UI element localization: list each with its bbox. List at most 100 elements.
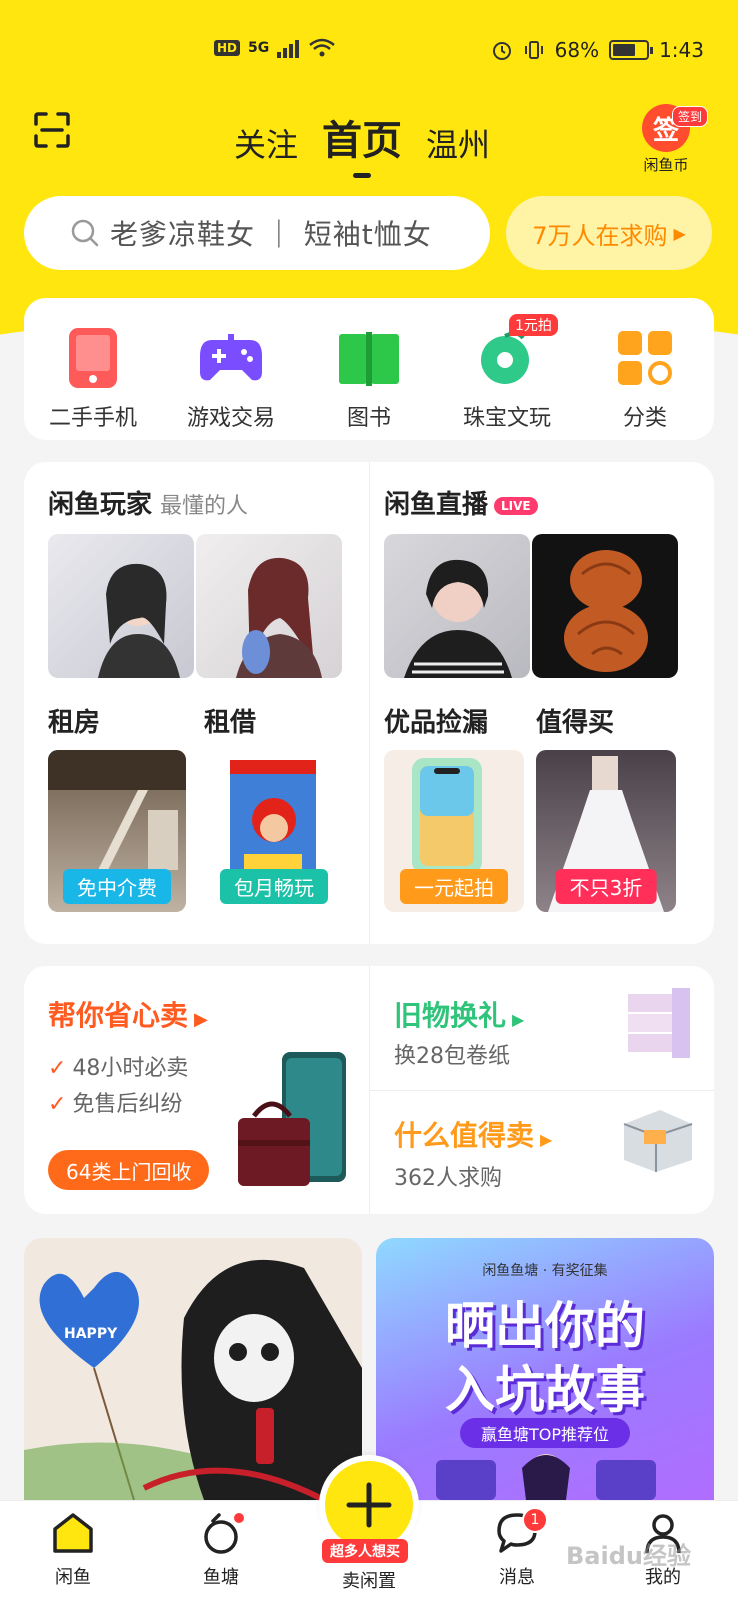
divider bbox=[369, 462, 370, 944]
nav-pond-label: 鱼塘 bbox=[203, 1567, 239, 1588]
banner-tag: 赢鱼塘TOP推荐位 bbox=[460, 1418, 630, 1448]
features-card: 闲鱼玩家 最懂的人 闲鱼直播 LIVE 租房 免中介费 租借 包月畅玩 优品捡漏 一… bbox=[24, 462, 714, 944]
services-card: 帮你省心卖 ▶ ✓ 48小时必卖 ✓ 免售后纠纷 64类上门回收 旧物换礼 ▶ 换28包… bbox=[24, 966, 714, 1214]
deals-title[interactable]: 优品捡漏 bbox=[384, 702, 488, 739]
deals-photo[interactable]: 一元起拍 bbox=[384, 750, 524, 912]
category-label: 二手手机 bbox=[48, 406, 137, 431]
category-label: 珠宝文玩 bbox=[462, 406, 551, 431]
nav-messages[interactable]: 1 消息 bbox=[472, 1507, 562, 1589]
category-all[interactable]: 分类 bbox=[585, 324, 705, 440]
rent-title[interactable]: 租房 bbox=[48, 702, 100, 739]
borrow-photo[interactable]: 包月畅玩 bbox=[204, 750, 344, 912]
tissue-image bbox=[628, 988, 690, 1058]
players-subtitle: 最懂的人 bbox=[160, 494, 249, 519]
triangle-right-icon: ▶ bbox=[512, 1010, 525, 1029]
live-photo-1[interactable] bbox=[384, 534, 530, 678]
feed-item-2[interactable]: 闲鱼鱼塘 · 有奖征集 晒出你的 入坑故事 赢鱼塘TOP推荐位 bbox=[376, 1238, 714, 1500]
banner-top: 闲鱼鱼塘 · 有奖征集 bbox=[482, 1263, 608, 1279]
hd-indicator: HD bbox=[214, 40, 241, 56]
grid-icon bbox=[611, 324, 679, 392]
status-bar: HD 5G 68% 1:43 bbox=[0, 38, 738, 68]
banner-line-1: 晒出你的 bbox=[445, 1297, 645, 1355]
borrow-title[interactable]: 租借 bbox=[204, 702, 256, 739]
nav-messages-label: 消息 bbox=[499, 1567, 535, 1588]
playpen-image bbox=[623, 1110, 693, 1172]
worth-sell-label: 什么值得卖 bbox=[394, 1119, 535, 1152]
triangle-right-icon: ▶ bbox=[540, 1130, 553, 1149]
nav-home-label: 闲鱼 bbox=[55, 1567, 91, 1588]
sell-point-text: 48小时必卖 bbox=[72, 1056, 189, 1081]
vibrate-icon bbox=[524, 41, 543, 59]
search-bar[interactable]: 老爹凉鞋女 ｜ 短袖t恤女 bbox=[24, 196, 490, 270]
sign-in-badge: 签到 bbox=[671, 106, 708, 127]
want-to-buy-button[interactable]: 7万人在求购 ▶ bbox=[506, 196, 712, 270]
messages-badge: 1 bbox=[522, 1507, 548, 1533]
home-icon bbox=[53, 1513, 93, 1553]
check-icon: ✓ bbox=[48, 1092, 67, 1117]
tab-city[interactable]: 温州 bbox=[414, 120, 502, 166]
exchange-label: 旧物换礼 bbox=[394, 999, 507, 1032]
live-section[interactable]: 闲鱼直播 LIVE bbox=[384, 484, 538, 521]
live-photo-2[interactable] bbox=[532, 534, 678, 678]
tab-home[interactable]: 首页 bbox=[310, 108, 414, 166]
top-tabs: 关注 首页 温州 bbox=[222, 108, 502, 166]
notification-dot bbox=[234, 1513, 244, 1523]
sell-point-2: ✓ 免售后纠纷 bbox=[48, 1086, 182, 1118]
easy-sell-title[interactable]: 帮你省心卖 ▶ bbox=[48, 994, 208, 1034]
category-phones[interactable]: 二手手机 bbox=[33, 324, 153, 440]
auction-tag: 1元拍 bbox=[509, 314, 558, 336]
worth-sell-subtitle: 362人求购 bbox=[394, 1166, 502, 1191]
plus-icon bbox=[346, 1482, 392, 1528]
live-title: 闲鱼直播 bbox=[384, 490, 489, 520]
heart-text: HAPPY bbox=[64, 1326, 118, 1342]
book-icon bbox=[335, 324, 403, 392]
worth-photo[interactable]: 不只3折 bbox=[536, 750, 676, 912]
category-label: 游戏交易 bbox=[186, 406, 275, 431]
battery-percent: 68% bbox=[554, 38, 600, 62]
deals-pill: 一元起拍 bbox=[400, 869, 508, 904]
rent-pill: 免中介费 bbox=[63, 869, 171, 904]
check-icon: ✓ bbox=[48, 1056, 67, 1081]
sell-point-text: 免售后纠纷 bbox=[72, 1092, 183, 1117]
category-books[interactable]: 图书 bbox=[309, 324, 429, 440]
banner-art bbox=[436, 1454, 656, 1500]
want-to-buy-label: 7万人在求购 bbox=[532, 221, 668, 250]
sell-point-1: ✓ 48小时必卖 bbox=[48, 1050, 188, 1082]
watermark: Baidu经验 bbox=[566, 1542, 691, 1570]
borrow-pill: 包月畅玩 bbox=[220, 869, 328, 904]
exchange-title[interactable]: 旧物换礼 ▶ bbox=[394, 994, 524, 1034]
nav-sell-label-wrap[interactable]: 卖闲置 bbox=[324, 1563, 414, 1593]
worth-title[interactable]: 值得买 bbox=[536, 702, 614, 739]
category-label: 分类 bbox=[622, 406, 667, 431]
wifi-icon bbox=[309, 38, 336, 57]
tab-follow[interactable]: 关注 bbox=[222, 120, 310, 166]
players-section[interactable]: 闲鱼玩家 最懂的人 bbox=[48, 484, 248, 521]
phone-icon bbox=[59, 324, 127, 392]
gamepad-icon bbox=[197, 324, 265, 392]
nav-home[interactable]: 闲鱼 bbox=[28, 1511, 118, 1589]
category-games[interactable]: 游戏交易 bbox=[171, 324, 291, 440]
alarm-icon bbox=[492, 42, 511, 60]
exchange-subtitle: 换28包卷纸 bbox=[394, 1044, 510, 1069]
search-icon bbox=[71, 219, 99, 247]
player-photo-2[interactable] bbox=[196, 534, 342, 678]
chevron-right-icon: ▶ bbox=[673, 223, 686, 243]
nav-sell-label: 卖闲置 bbox=[342, 1571, 396, 1592]
worth-pill: 不只3折 bbox=[555, 869, 657, 904]
network-type: 5G bbox=[248, 40, 270, 56]
battery-icon bbox=[609, 40, 654, 60]
xianyu-coin-button[interactable]: 签 签到 闲鱼币 bbox=[638, 104, 708, 175]
divider bbox=[369, 1090, 714, 1091]
clock: 1:43 bbox=[659, 38, 704, 62]
feed-item-1[interactable]: HAPPY bbox=[24, 1238, 362, 1500]
recycle-button[interactable]: 64类上门回收 bbox=[48, 1150, 210, 1190]
nav-pond[interactable]: 鱼塘 bbox=[176, 1511, 266, 1589]
category-jewelry[interactable]: 1元拍 珠宝文玩 bbox=[447, 314, 567, 440]
player-photo-1[interactable] bbox=[48, 534, 194, 678]
worth-sell-title[interactable]: 什么值得卖 ▶ bbox=[394, 1114, 552, 1154]
rent-photo[interactable]: 免中介费 bbox=[48, 750, 186, 912]
scan-icon[interactable] bbox=[34, 112, 70, 148]
coin-label: 闲鱼币 bbox=[643, 156, 689, 174]
phone-bag-image bbox=[238, 1052, 346, 1186]
category-label: 图书 bbox=[346, 406, 391, 431]
